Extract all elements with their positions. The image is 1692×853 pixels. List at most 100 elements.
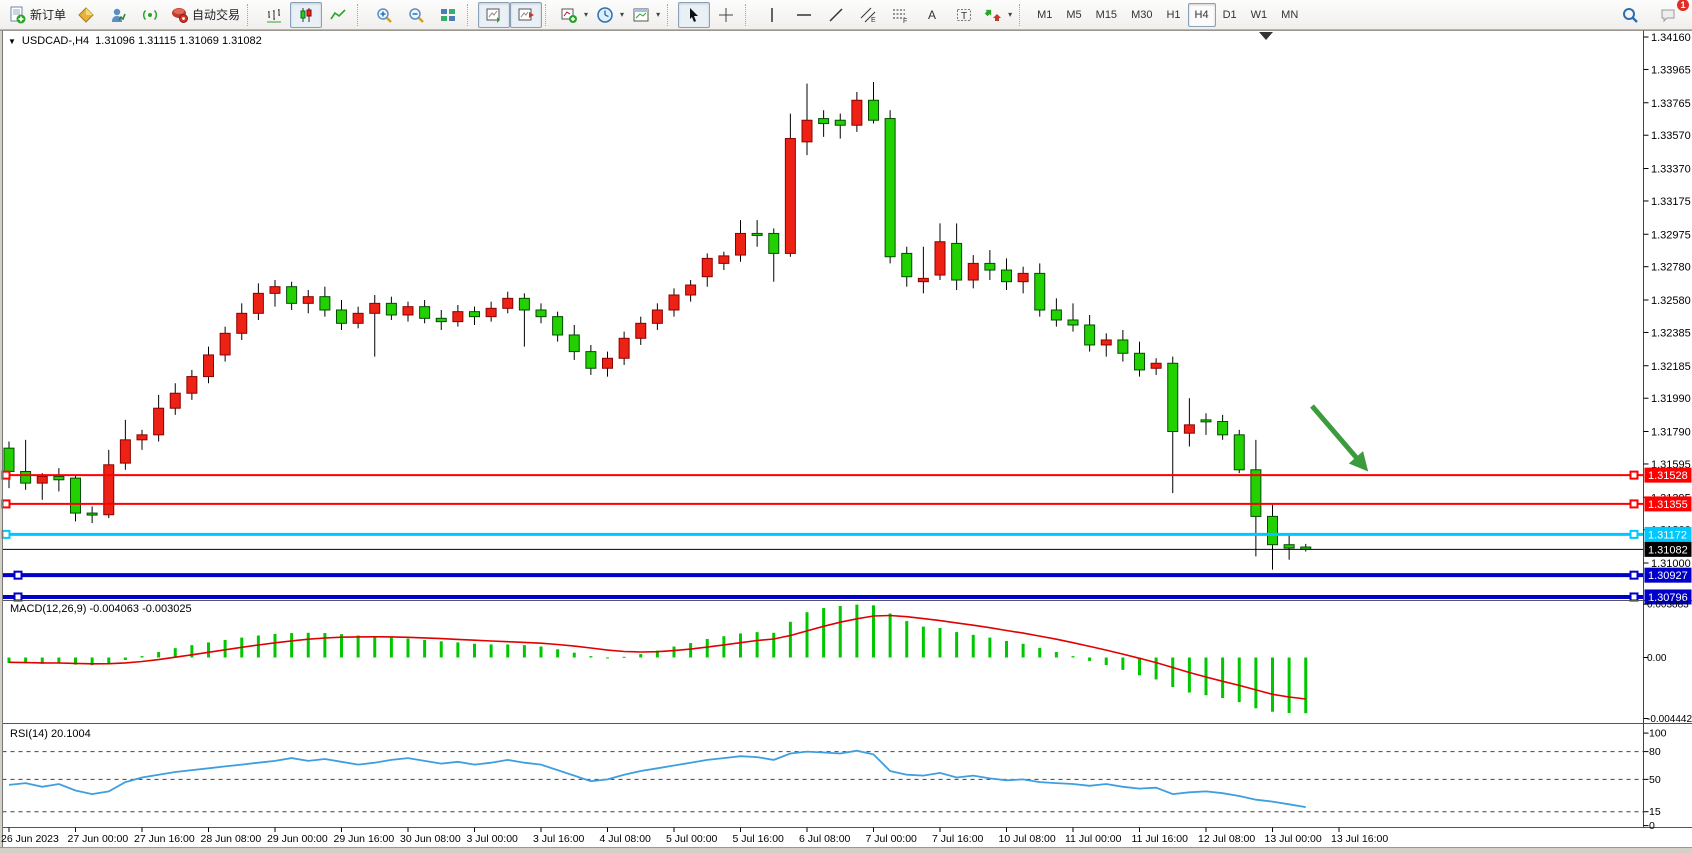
line-handle[interactable] bbox=[3, 531, 10, 538]
line-handle[interactable] bbox=[1631, 593, 1638, 600]
signals-icon bbox=[141, 6, 159, 24]
line-chart-mode-button[interactable] bbox=[322, 2, 354, 28]
arrow-shapes-icon bbox=[984, 6, 1002, 24]
line-handle[interactable] bbox=[1631, 572, 1638, 579]
autotrading-button[interactable]: 自动交易 bbox=[166, 2, 244, 28]
chart-shift-button[interactable] bbox=[510, 2, 542, 28]
price-axis-label: 1.32385 bbox=[1651, 327, 1691, 339]
bearish-candle bbox=[4, 448, 14, 471]
macd-histogram-bar bbox=[1271, 658, 1274, 712]
macd-histogram-bar bbox=[1238, 658, 1241, 703]
chart-plot[interactable]: 1.341601.339651.337651.335701.333701.331… bbox=[0, 30, 1692, 853]
cursor-icon bbox=[685, 6, 703, 24]
autotrading-icon bbox=[170, 6, 188, 24]
line-handle[interactable] bbox=[3, 472, 10, 479]
bearish-candle bbox=[1118, 340, 1128, 353]
bearish-candle bbox=[1268, 516, 1278, 544]
macd-histogram-bar bbox=[789, 622, 792, 658]
date-axis-label: 6 Jul 08:00 bbox=[799, 833, 851, 845]
bullish-candle bbox=[253, 293, 263, 313]
indicators-button[interactable]: ▾ bbox=[556, 2, 592, 28]
templates-button[interactable]: ▾ bbox=[628, 2, 664, 28]
line-handle[interactable] bbox=[1631, 500, 1638, 507]
tile-windows-icon bbox=[439, 6, 457, 24]
date-axis-label: 28 Jun 08:00 bbox=[201, 833, 262, 845]
trendline-tool-button[interactable] bbox=[820, 2, 852, 28]
bullish-candle bbox=[1018, 273, 1028, 281]
macd-histogram-bar bbox=[722, 636, 725, 657]
svg-text:T: T bbox=[961, 11, 967, 22]
chart-shift-icon bbox=[517, 6, 535, 24]
price-level-badge-text: 1.31082 bbox=[1648, 544, 1688, 556]
search-button[interactable] bbox=[1614, 2, 1646, 28]
timeframe-button-m1[interactable]: M1 bbox=[1030, 3, 1059, 27]
chevron-down-icon: ▾ bbox=[620, 10, 624, 19]
cursor-tool-button[interactable] bbox=[678, 2, 710, 28]
navigator-button[interactable] bbox=[102, 2, 134, 28]
macd-histogram-bar bbox=[141, 656, 144, 657]
bearish-candle bbox=[470, 312, 480, 317]
bullish-candle bbox=[935, 242, 945, 275]
macd-histogram-bar bbox=[323, 633, 326, 657]
timeframe-button-w1[interactable]: W1 bbox=[1244, 3, 1275, 27]
price-level-badge-text: 1.31355 bbox=[1648, 499, 1688, 511]
notifications-button[interactable]: 1 bbox=[1652, 2, 1684, 28]
price-axis-label: 1.33370 bbox=[1651, 164, 1691, 176]
bullish-candle bbox=[137, 435, 147, 440]
signals-button[interactable] bbox=[134, 2, 166, 28]
new-order-button[interactable]: 新订单 bbox=[4, 2, 70, 28]
line-handle[interactable] bbox=[15, 593, 22, 600]
timeframe-button-m15[interactable]: M15 bbox=[1089, 3, 1124, 27]
timeframe-button-m30[interactable]: M30 bbox=[1124, 3, 1159, 27]
macd-histogram-bar bbox=[407, 639, 410, 658]
timeframe-button-mn[interactable]: MN bbox=[1274, 3, 1305, 27]
macd-histogram-bar bbox=[872, 605, 875, 657]
bullish-candle bbox=[204, 355, 214, 377]
bullish-candle bbox=[220, 333, 230, 355]
macd-histogram-bar bbox=[556, 649, 559, 657]
text-label-tool-button[interactable]: T bbox=[948, 2, 980, 28]
channel-tool-button[interactable]: E bbox=[852, 2, 884, 28]
price-level-badge-text: 1.30927 bbox=[1648, 570, 1688, 582]
macd-scale-label: 0.003883 bbox=[1647, 600, 1689, 611]
line-handle[interactable] bbox=[1631, 472, 1638, 479]
bearish-candle bbox=[1234, 435, 1244, 470]
timeframe-button-m5[interactable]: M5 bbox=[1059, 3, 1088, 27]
macd-histogram-bar bbox=[1022, 644, 1025, 658]
toolbar-separator bbox=[357, 4, 365, 26]
zoom-in-button[interactable] bbox=[368, 2, 400, 28]
bearish-candle bbox=[320, 297, 330, 310]
timeframe-button-d1[interactable]: D1 bbox=[1216, 3, 1244, 27]
arrows-tool-button[interactable]: ▾ bbox=[980, 2, 1016, 28]
macd-histogram-bar bbox=[224, 640, 227, 658]
market-watch-button[interactable] bbox=[70, 2, 102, 28]
bar-chart-mode-button[interactable] bbox=[258, 2, 290, 28]
text-tool-button[interactable]: A bbox=[916, 2, 948, 28]
macd-histogram-bar bbox=[772, 633, 775, 658]
timeframe-button-h1[interactable]: H1 bbox=[1159, 3, 1187, 27]
bearish-candle bbox=[1284, 545, 1294, 548]
line-handle[interactable] bbox=[1631, 531, 1638, 538]
date-axis-label: 27 Jun 00:00 bbox=[68, 833, 129, 845]
svg-text:F: F bbox=[903, 18, 907, 24]
horizontal-line-tool-button[interactable] bbox=[788, 2, 820, 28]
bearish-candle bbox=[885, 119, 895, 257]
periods-button[interactable]: ▾ bbox=[592, 2, 628, 28]
macd-histogram-bar bbox=[1088, 658, 1091, 661]
line-handle[interactable] bbox=[15, 572, 22, 579]
zoom-out-button[interactable] bbox=[400, 2, 432, 28]
navigator-icon bbox=[109, 6, 127, 24]
candlestick-mode-button[interactable] bbox=[290, 2, 322, 28]
crosshair-icon bbox=[717, 6, 735, 24]
vertical-line-tool-button[interactable] bbox=[756, 2, 788, 28]
fibonacci-tool-button[interactable]: F bbox=[884, 2, 916, 28]
timeframe-button-h4[interactable]: H4 bbox=[1188, 3, 1216, 27]
auto-scroll-button[interactable] bbox=[478, 2, 510, 28]
tile-windows-button[interactable] bbox=[432, 2, 464, 28]
bullish-candle bbox=[652, 310, 662, 323]
toolbar-right: 1 bbox=[1614, 2, 1688, 28]
svg-text:A: A bbox=[928, 8, 936, 22]
line-handle[interactable] bbox=[3, 500, 10, 507]
crosshair-tool-button[interactable] bbox=[710, 2, 742, 28]
bar-chart-icon bbox=[265, 6, 283, 24]
